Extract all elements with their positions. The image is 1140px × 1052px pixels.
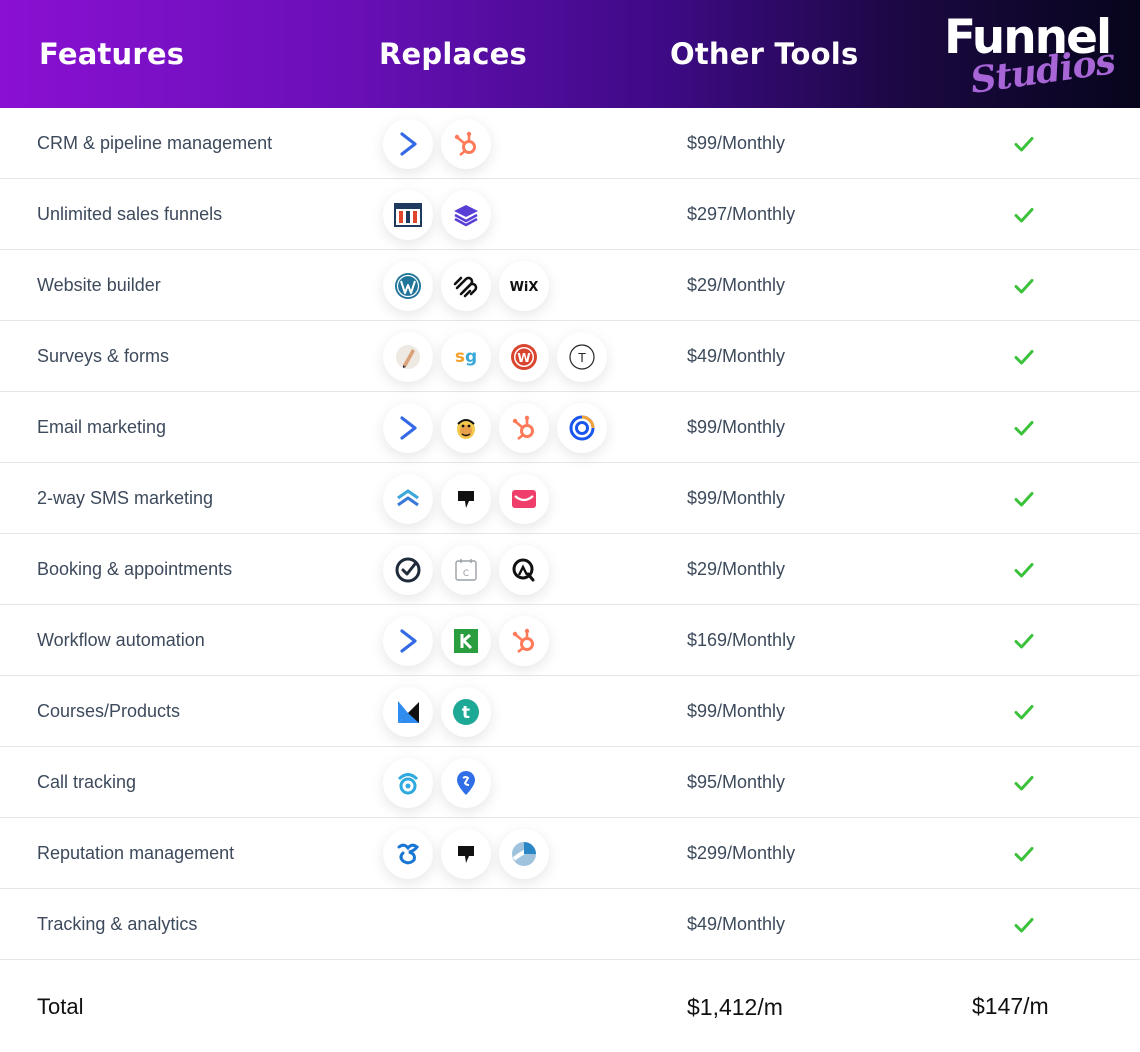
jotform-pen-icon — [383, 332, 433, 382]
feature-label: Call tracking — [37, 772, 137, 792]
svg-text:WiX: WiX — [510, 280, 539, 295]
header-features: Features — [39, 37, 185, 71]
kajabi-icon — [383, 687, 433, 737]
birdeye-icon — [383, 829, 433, 879]
total-other-tools: $1,412/m — [687, 993, 783, 1020]
chevrons-up-icon — [383, 474, 433, 524]
hubspot-icon — [441, 119, 491, 169]
feature-label: Reputation management — [37, 843, 235, 863]
svg-text:T: T — [577, 351, 586, 365]
speech-flag-icon — [441, 474, 491, 524]
other-tools-price: $95/Monthly — [687, 772, 786, 792]
svg-text:t: t — [462, 703, 470, 723]
hubspot-icon — [499, 616, 549, 666]
other-tools-price: $99/Monthly — [687, 133, 786, 153]
speech-flag-icon — [441, 829, 491, 879]
acuity-check-icon — [383, 545, 433, 595]
funnel-studios-logo: Funnel Studios — [944, 12, 1117, 102]
check-icon — [1012, 345, 1036, 369]
wordpress-icon — [383, 261, 433, 311]
check-icon — [1012, 487, 1036, 511]
total-funnel-studios: $147/m — [972, 992, 1049, 1019]
wix-icon: WiX — [499, 261, 549, 311]
hubspot-icon — [499, 403, 549, 453]
table-row: Call tracking $95/Monthly — [0, 747, 1140, 818]
table-row: CRM & pipeline management $99/Monthly — [0, 108, 1140, 179]
squarespace-icon — [441, 261, 491, 311]
activecampaign-icon — [383, 119, 433, 169]
activecampaign-icon — [383, 616, 433, 666]
callrail-icon — [383, 758, 433, 808]
feature-label: Courses/Products — [37, 701, 181, 721]
feature-label: Email marketing — [37, 417, 167, 437]
other-tools-price: $49/Monthly — [687, 914, 786, 934]
check-icon — [1012, 700, 1036, 724]
feature-label: Workflow automation — [37, 630, 205, 650]
table-row: 2-way SMS marketing $99/Monthly — [0, 463, 1140, 534]
other-tools-price: $99/Monthly — [687, 417, 786, 437]
mailchimp-icon — [441, 403, 491, 453]
keap-icon — [441, 616, 491, 666]
other-tools-price: $99/Monthly — [687, 701, 786, 721]
clickfunnels-icon — [383, 190, 433, 240]
other-tools-price: $297/Monthly — [687, 204, 796, 224]
header-other-tools: Other Tools — [670, 37, 859, 71]
svg-text:W: W — [517, 351, 530, 365]
wufoo-icon: W — [499, 332, 549, 382]
total-row: Total $1,412/m $147/m — [0, 962, 1140, 1052]
svg-text:C: C — [463, 569, 469, 579]
other-tools-price: $169/Monthly — [687, 630, 796, 650]
table-row: Unlimited sales funnels $297/Monthly — [0, 179, 1140, 250]
check-icon — [1012, 842, 1036, 866]
feature-label: Booking & appointments — [37, 559, 233, 579]
check-icon — [1012, 558, 1036, 582]
activecampaign-icon — [383, 403, 433, 453]
table-row: Surveys & forms sg W T $49/Monthly — [0, 321, 1140, 392]
svg-text:sg: sg — [455, 347, 477, 367]
location-pin-icon — [441, 758, 491, 808]
feature-label: CRM & pipeline management — [37, 133, 273, 153]
header-replaces: Replaces — [379, 37, 527, 71]
table-row: Tracking & analytics $49/Monthly — [0, 889, 1140, 960]
table-row: Courses/Products t $99/Monthly — [0, 676, 1140, 747]
sprout-icon — [499, 829, 549, 879]
feature-label: Unlimited sales funnels — [37, 204, 223, 224]
check-icon — [1012, 629, 1036, 653]
other-tools-price: $299/Monthly — [687, 843, 796, 863]
check-icon — [1012, 274, 1036, 298]
other-tools-price: $49/Monthly — [687, 346, 786, 366]
constant-contact-icon — [557, 403, 607, 453]
check-icon — [1012, 132, 1036, 156]
table-row: Booking & appointments C $29/Monthly — [0, 534, 1140, 605]
table-row: Reputation management $299/Monthly — [0, 818, 1140, 889]
feature-label: 2-way SMS marketing — [37, 488, 214, 508]
table-header: Features Replaces Other Tools Funnel Stu… — [0, 0, 1140, 108]
total-label: Total — [37, 994, 84, 1019]
table-row: Email marketing $99/Monthly — [0, 392, 1140, 463]
stack-layers-icon — [441, 190, 491, 240]
table-row: Workflow automation $169/Monthly — [0, 605, 1140, 676]
envelope-icon — [499, 474, 549, 524]
check-icon — [1012, 771, 1036, 795]
table-row: Website builder WiX $29/Monthly — [0, 250, 1140, 321]
feature-label: Surveys & forms — [37, 346, 170, 366]
feature-label: Tracking & analytics — [37, 914, 198, 934]
surveygizmo-icon: sg — [441, 332, 491, 382]
other-tools-price: $29/Monthly — [687, 275, 786, 295]
check-icon — [1012, 416, 1036, 440]
check-icon — [1012, 913, 1036, 937]
other-tools-price: $99/Monthly — [687, 488, 786, 508]
calendly-icon: C — [441, 545, 491, 595]
typeform-icon: T — [557, 332, 607, 382]
check-icon — [1012, 203, 1036, 227]
feature-label: Website builder — [37, 275, 161, 295]
q-target-icon — [499, 545, 549, 595]
teachable-icon: t — [441, 687, 491, 737]
other-tools-price: $29/Monthly — [687, 559, 786, 579]
